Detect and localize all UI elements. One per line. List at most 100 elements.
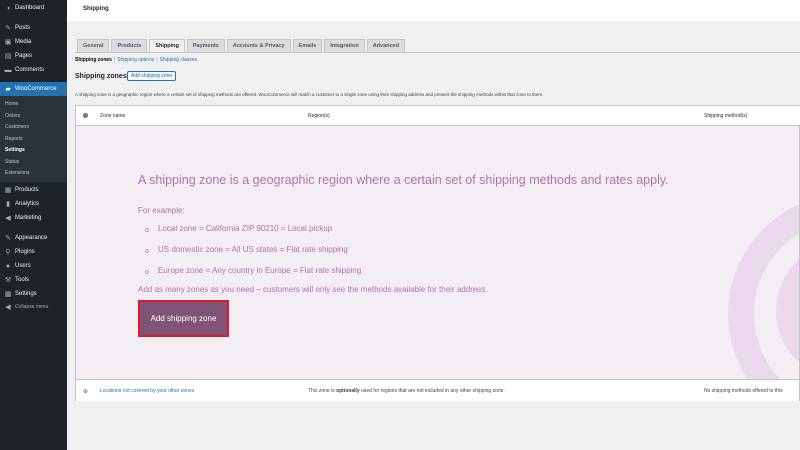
column-zone-name: Zone name bbox=[100, 113, 126, 119]
menu-appearance[interactable]: ✎ Appearance bbox=[0, 232, 67, 244]
menu-label: Dashboard bbox=[15, 5, 45, 11]
add-shipping-zone-button[interactable]: Add shipping zone bbox=[138, 300, 229, 337]
menu-analytics[interactable]: ▮ Analytics bbox=[0, 198, 67, 210]
sort-icon[interactable]: ? bbox=[83, 113, 88, 118]
dashboard-icon: ◑ bbox=[5, 4, 11, 12]
subnav-separator: | bbox=[113, 57, 116, 63]
menu-media[interactable]: ▣ Media bbox=[0, 36, 67, 48]
comment-icon: ▬ bbox=[4, 66, 12, 74]
bullet-icon bbox=[145, 270, 149, 274]
submenu-status[interactable]: Status bbox=[5, 158, 19, 166]
collapse-icon: ◀ bbox=[5, 303, 11, 311]
menu-label: Collapse menu bbox=[15, 304, 49, 310]
menu-label: Products bbox=[15, 187, 39, 193]
pin-icon: ✎ bbox=[5, 24, 11, 32]
menu-tools[interactable]: ⚒ Tools bbox=[0, 274, 67, 286]
menu-label: Settings bbox=[15, 291, 37, 297]
subnav-shipping-zones[interactable]: Shipping zones bbox=[75, 57, 112, 63]
page-icon: ▤ bbox=[4, 52, 12, 60]
submenu-home[interactable]: Home bbox=[5, 100, 18, 108]
tab-advanced[interactable]: Advanced bbox=[366, 39, 405, 52]
column-regions: Region(s) bbox=[308, 113, 330, 119]
blank-state-example-label: For example: bbox=[138, 206, 185, 215]
tab-payments[interactable]: Payments bbox=[186, 39, 225, 52]
menu-label: Users bbox=[15, 263, 31, 269]
menu-label: Comments bbox=[15, 67, 45, 73]
settings-tabs: General Products Shipping Payments Accou… bbox=[77, 39, 405, 52]
megaphone-icon: ◀ bbox=[5, 214, 11, 222]
menu-label: Marketing bbox=[15, 215, 42, 221]
bullet-icon bbox=[145, 249, 149, 253]
menu-posts[interactable]: ✎ Posts bbox=[0, 22, 67, 34]
tab-emails[interactable]: Emails bbox=[292, 39, 323, 52]
menu-plugins[interactable]: ⚲ Plugins bbox=[0, 246, 67, 258]
products-icon: ▦ bbox=[4, 186, 12, 194]
subnav-shipping-classes[interactable]: Shipping classes bbox=[160, 57, 198, 63]
blank-state-heading: A shipping zone is a geographic region w… bbox=[138, 173, 669, 187]
menu-woocommerce[interactable]: ▰ WooCommerce bbox=[0, 82, 67, 96]
note-text: used for regions that are not included i… bbox=[359, 388, 505, 394]
menu-label: Appearance bbox=[15, 235, 48, 241]
submenu-reports[interactable]: Reports bbox=[5, 135, 23, 143]
shipping-subnav: Shipping zones | Shipping options | Ship… bbox=[75, 57, 197, 63]
admin-sidebar: ◑ Dashboard ✎ Posts ▣ Media ▤ Pages ▬ Comment… bbox=[0, 0, 67, 450]
subnav-shipping-options[interactable]: Shipping options bbox=[117, 57, 154, 63]
locations-not-covered-link[interactable]: Locations not covered by your other zone… bbox=[100, 388, 194, 394]
menu-marketing[interactable]: ◀ Marketing bbox=[0, 212, 67, 224]
globe-icon: ⊕ bbox=[83, 389, 89, 395]
section-description: A shipping zone is a geographic region w… bbox=[75, 92, 544, 97]
analytics-icon: ▮ bbox=[6, 200, 10, 208]
add-shipping-zone-header-button[interactable]: Add shipping zone bbox=[127, 71, 177, 81]
page-title: Shipping bbox=[83, 6, 109, 12]
menu-label: Analytics bbox=[15, 201, 40, 207]
submenu-orders[interactable]: Orders bbox=[5, 112, 20, 120]
rest-of-world-row: ⊕ Locations not covered by your other zo… bbox=[76, 379, 799, 401]
note-text: This zone is bbox=[308, 388, 337, 394]
example-item: Local zone = California ZIP 90210 = Loca… bbox=[158, 224, 333, 233]
menu-label: Tools bbox=[15, 277, 30, 283]
submenu-customers[interactable]: Customers bbox=[5, 123, 29, 131]
menu-users[interactable]: ● Users bbox=[0, 260, 67, 272]
menu-label: Pages bbox=[15, 53, 33, 59]
bullet-icon bbox=[145, 228, 149, 232]
user-icon: ● bbox=[5, 262, 11, 270]
tab-integration[interactable]: Integration bbox=[324, 39, 365, 52]
example-item: Europe zone = Any country in Europe = Fl… bbox=[158, 266, 362, 275]
no-methods-text: No shipping methods offered to this bbox=[704, 388, 783, 394]
menu-label: Media bbox=[15, 39, 32, 45]
example-item: US domestic zone = All US states = Flat … bbox=[158, 245, 348, 254]
menu-label: Plugins bbox=[15, 249, 35, 255]
menu-settings[interactable]: ▩ Settings bbox=[0, 288, 67, 300]
collapse-menu[interactable]: ◀ Collapse menu bbox=[0, 301, 67, 313]
menu-products[interactable]: ▦ Products bbox=[0, 184, 67, 196]
submenu-settings[interactable]: Settings bbox=[5, 146, 25, 154]
woocommerce-submenu: Home Orders Customers Reports Settings S… bbox=[0, 96, 67, 182]
plugin-icon: ⚲ bbox=[5, 248, 11, 256]
column-shipping-methods: Shipping method(s) bbox=[704, 113, 748, 119]
media-icon: ▣ bbox=[4, 38, 12, 46]
woo-icon: ▰ bbox=[5, 85, 11, 93]
subnav-separator: | bbox=[156, 57, 158, 63]
note-emphasis: optionally bbox=[336, 388, 360, 394]
tab-accounts-privacy[interactable]: Accounts & Privacy bbox=[226, 39, 291, 52]
tabs-divider bbox=[75, 52, 800, 53]
menu-pages[interactable]: ▤ Pages bbox=[0, 50, 67, 62]
blank-state-closing: Add as many zones as you need – customer… bbox=[138, 285, 488, 294]
menu-comments[interactable]: ▬ Comments bbox=[0, 64, 67, 76]
rest-of-world-note: This zone is optionally used for regions… bbox=[308, 388, 505, 394]
tab-products[interactable]: Products bbox=[111, 39, 148, 52]
tab-general[interactable]: General bbox=[77, 39, 110, 52]
menu-label: Posts bbox=[15, 25, 31, 31]
blank-state: A shipping zone is a geographic region w… bbox=[76, 126, 799, 379]
menu-label: WooCommerce bbox=[15, 86, 57, 92]
shipping-zones-table: ? Zone name Region(s) Shipping method(s)… bbox=[75, 105, 800, 401]
page-header: Shipping bbox=[67, 0, 800, 21]
submenu-extensions[interactable]: Extensions bbox=[5, 169, 29, 177]
tab-shipping[interactable]: Shipping bbox=[149, 39, 185, 52]
menu-dashboard[interactable]: ◑ Dashboard bbox=[0, 2, 67, 14]
section-title: Shipping zones bbox=[75, 73, 127, 80]
wrench-icon: ⚒ bbox=[4, 276, 12, 284]
table-header: ? Zone name Region(s) Shipping method(s) bbox=[76, 106, 800, 126]
brush-icon: ✎ bbox=[5, 234, 11, 242]
settings-icon: ▩ bbox=[4, 290, 12, 298]
